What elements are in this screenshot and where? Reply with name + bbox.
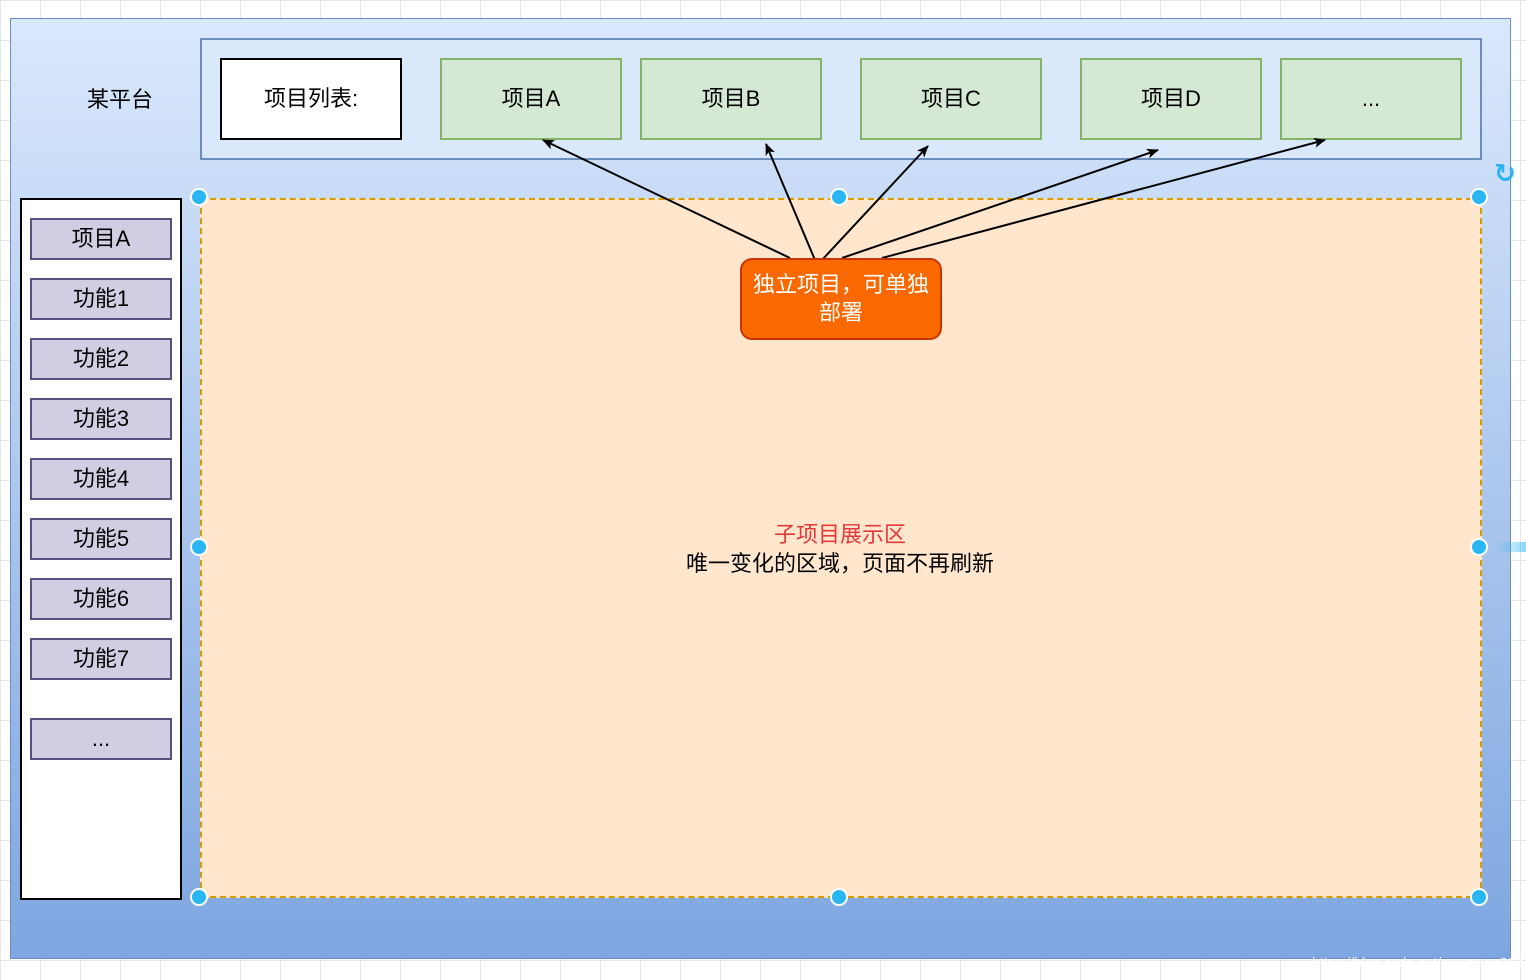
platform-label: 某平台 bbox=[86, 87, 153, 112]
project-box-d[interactable]: 项目D bbox=[1080, 58, 1262, 140]
sidebar-item-feature-2[interactable]: 功能2 bbox=[30, 338, 172, 380]
project-box-b[interactable]: 项目B bbox=[640, 58, 822, 140]
resize-handle-bottom-right[interactable] bbox=[1470, 888, 1488, 906]
sidebar-item-feature-7[interactable]: 功能7 bbox=[30, 638, 172, 680]
content-description: 唯一变化的区域，页面不再刷新 bbox=[685, 551, 994, 576]
sidebar-item-feature-6[interactable]: 功能6 bbox=[30, 578, 172, 620]
badge-line-1: 独立项目，可单独 bbox=[752, 272, 929, 297]
resize-handle-bottom[interactable] bbox=[830, 888, 848, 906]
sidebar-item-more[interactable]: ... bbox=[30, 718, 172, 760]
sidebar-item-feature-3[interactable]: 功能3 bbox=[30, 398, 172, 440]
resize-handle-top-left[interactable] bbox=[190, 188, 208, 206]
sidebar-item-project-a[interactable]: 项目A bbox=[30, 218, 172, 260]
resize-handle-top[interactable] bbox=[830, 188, 848, 206]
project-box-c[interactable]: 项目C bbox=[860, 58, 1042, 140]
connection-arrow-hint-icon[interactable] bbox=[1496, 542, 1526, 552]
resize-handle-left[interactable] bbox=[190, 538, 208, 556]
sidebar-item-feature-5[interactable]: 功能5 bbox=[30, 518, 172, 560]
project-list-label: 项目列表: bbox=[220, 58, 402, 140]
watermark: https://blog.csdn.net/gaomeng068 bbox=[1312, 954, 1523, 970]
project-box-more[interactable]: ... bbox=[1280, 58, 1462, 140]
resize-handle-bottom-left[interactable] bbox=[190, 888, 208, 906]
content-text: 子项目展示区 唯一变化的区域，页面不再刷新 bbox=[520, 520, 1160, 584]
badge-line-2: 部署 bbox=[818, 300, 863, 325]
content-title: 子项目展示区 bbox=[773, 522, 906, 547]
project-box-a[interactable]: 项目A bbox=[440, 58, 622, 140]
sidebar-item-feature-4[interactable]: 功能4 bbox=[30, 458, 172, 500]
resize-handle-top-right[interactable] bbox=[1470, 188, 1488, 206]
resize-handle-right[interactable] bbox=[1470, 538, 1488, 556]
rotate-icon[interactable]: ↻ bbox=[1492, 160, 1518, 186]
independent-project-badge[interactable]: 独立项目，可单独 部署 bbox=[740, 258, 942, 340]
sidebar-item-feature-1[interactable]: 功能1 bbox=[30, 278, 172, 320]
